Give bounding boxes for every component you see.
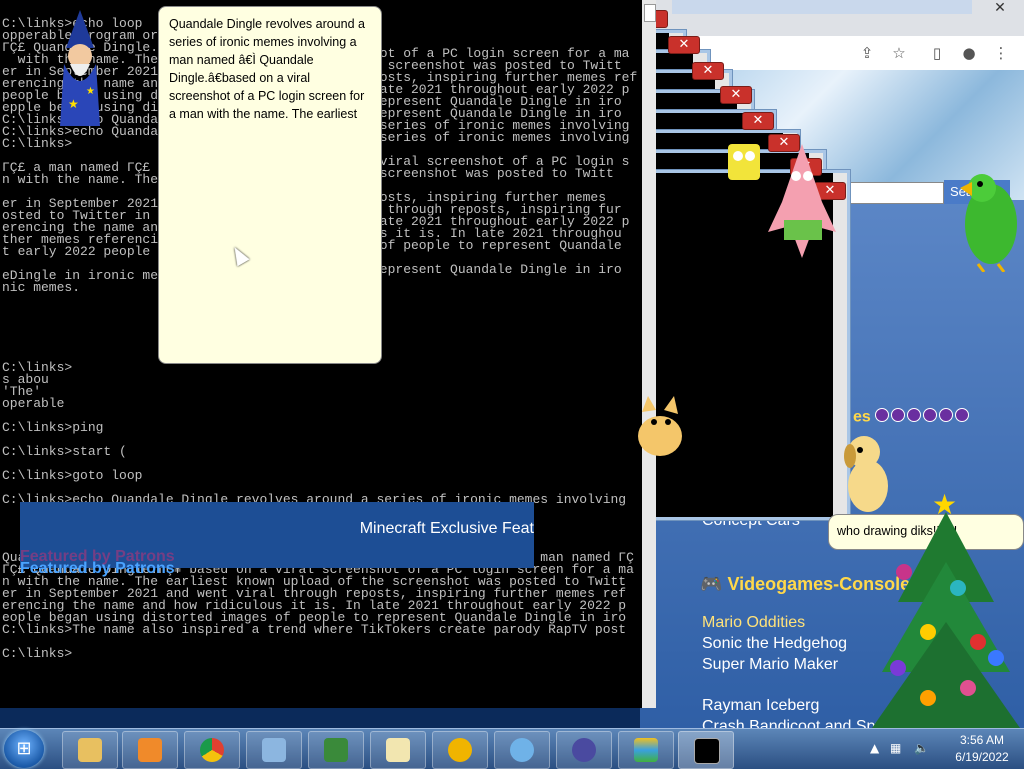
taskbar: ⊞ ▲ ▦ 🔈 3:56 AM 6/19/2022 xyxy=(0,728,1024,769)
close-button[interactable]: ✕ xyxy=(742,112,774,130)
background-window-titlebar xyxy=(672,0,972,14)
taskbar-folder[interactable] xyxy=(370,731,426,769)
balloon-text: Quandale Dingle revolves around a series… xyxy=(169,17,365,121)
close-button[interactable]: ✕ xyxy=(692,62,724,80)
taskbar-spiky-ball[interactable] xyxy=(556,731,612,769)
profile-icon[interactable]: ● xyxy=(960,44,978,62)
photo-viewer-icon xyxy=(262,738,286,762)
tray-expand-icon[interactable]: ▲ xyxy=(870,741,879,755)
folder-icon xyxy=(386,738,410,762)
taskbar-photo-viewer[interactable] xyxy=(246,731,302,769)
link-rayman-iceberg[interactable]: Rayman Iceberg xyxy=(702,697,819,715)
gamepad-icon: 🎮 xyxy=(700,574,723,594)
close-button[interactable]: ✕ xyxy=(668,36,700,54)
cat-sprite-icon[interactable] xyxy=(616,392,702,462)
app-b-icon xyxy=(448,738,472,762)
console-scrollbar[interactable] xyxy=(642,0,656,708)
side-panel-icon[interactable]: ▯ xyxy=(928,44,946,62)
close-icon[interactable]: ✕ xyxy=(985,0,1015,16)
speech-balloon: Quandale Dingle revolves around a series… xyxy=(158,6,382,364)
system-tray: ▲ ▦ 🔈 3:56 AM 6/19/2022 xyxy=(860,729,1024,769)
clock-time[interactable]: 3:56 AM xyxy=(954,733,1010,747)
folder-icon xyxy=(78,738,102,762)
link-super-mario-maker[interactable]: Super Mario Maker xyxy=(702,656,838,674)
clock-date[interactable]: 6/19/2022 xyxy=(950,750,1014,764)
bookmark-star-icon[interactable]: ☆ xyxy=(890,44,908,62)
svg-text:★: ★ xyxy=(86,86,95,97)
taskbar-chrome[interactable] xyxy=(184,731,240,769)
console-text-mid: C:\links> s abou 'The' operable C:\links… xyxy=(2,360,627,507)
svg-text:★: ★ xyxy=(68,97,79,111)
atom-icon xyxy=(510,738,534,762)
section-label: es xyxy=(853,408,971,427)
cmd-icon xyxy=(694,738,720,764)
network-icon[interactable]: ▦ xyxy=(890,741,901,755)
taskbar-bluestacks[interactable] xyxy=(618,731,674,769)
task-manager-icon xyxy=(324,738,348,762)
parrot-sprite-icon[interactable] xyxy=(958,168,1024,272)
windows-logo-icon: ⊞ xyxy=(16,738,32,759)
spongebob-sprite-icon[interactable] xyxy=(724,140,764,184)
taskbar-media-player[interactable] xyxy=(122,731,178,769)
taskbar-cmd[interactable] xyxy=(678,731,734,769)
volume-icon[interactable]: 🔈 xyxy=(914,741,929,755)
media-player-icon xyxy=(138,738,162,762)
share-icon[interactable]: ⇪ xyxy=(858,44,876,62)
featured-banner: Minecraft Exclusive Feat Featured by Pat… xyxy=(20,502,534,577)
chrome-icon xyxy=(200,738,224,762)
bluestacks-icon xyxy=(634,738,658,762)
close-button[interactable]: ✕ xyxy=(720,86,752,104)
taskbar-atom-app[interactable] xyxy=(494,731,550,769)
site-search-input[interactable] xyxy=(840,182,944,204)
christmas-tree-icon: ★ xyxy=(872,492,1020,728)
wizard-sprite-icon[interactable]: ★ ★ xyxy=(40,8,120,128)
patrick-sprite-icon[interactable] xyxy=(764,142,840,260)
console-text-right: hot of a PC login screen for a ma e scre… xyxy=(372,46,638,277)
minecraft-link[interactable]: Minecraft Exclusive Feat xyxy=(360,520,534,538)
tag-icons xyxy=(874,408,971,427)
scrollbar-thumb[interactable] xyxy=(644,4,656,22)
spiky-ball-icon xyxy=(572,738,596,762)
taskbar-app-b[interactable] xyxy=(432,731,488,769)
menu-kebab-icon[interactable]: ⋮ xyxy=(992,44,1010,62)
link-mario-oddities[interactable]: Mario Oddities xyxy=(702,614,805,632)
start-button[interactable]: ⊞ xyxy=(4,730,44,768)
taskbar-explorer[interactable] xyxy=(62,731,118,769)
featured-label: Featured by Patrons xyxy=(20,560,175,577)
taskbar-task-manager[interactable] xyxy=(308,731,364,769)
link-sonic[interactable]: Sonic the Hedgehog xyxy=(702,635,847,653)
